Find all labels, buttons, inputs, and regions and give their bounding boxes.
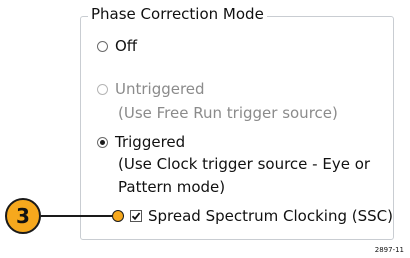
radio-option-triggered[interactable]: Triggered — [97, 133, 185, 151]
callout-leader-line — [41, 215, 113, 217]
callout-number: 3 — [16, 204, 30, 228]
figure-id: 2897-11 — [374, 246, 404, 254]
group-title: Phase Correction Mode — [88, 5, 267, 23]
radio-untriggered-indicator — [97, 83, 108, 95]
untriggered-description: (Use Free Run trigger source) — [118, 104, 338, 122]
triggered-description-line2: Pattern mode) — [118, 178, 226, 196]
checkmark-icon — [131, 212, 141, 221]
radio-option-off[interactable]: Off — [97, 37, 137, 55]
radio-off-label: Off — [115, 37, 138, 55]
callout-pointer-dot — [112, 210, 124, 222]
radio-untriggered-label: Untriggered — [115, 80, 205, 98]
ssc-checkbox-option[interactable]: Spread Spectrum Clocking (SSC) — [130, 207, 393, 225]
ssc-checkbox[interactable] — [130, 210, 142, 222]
radio-triggered-label: Triggered — [115, 133, 186, 151]
ssc-checkbox-label: Spread Spectrum Clocking (SSC) — [148, 207, 393, 225]
triggered-description-line1: (Use Clock trigger source - Eye or — [118, 155, 371, 173]
radio-off-indicator[interactable] — [97, 40, 108, 52]
radio-triggered-indicator[interactable] — [97, 136, 108, 148]
callout-number-badge: 3 — [5, 198, 41, 234]
radio-option-untriggered: Untriggered — [97, 80, 205, 98]
